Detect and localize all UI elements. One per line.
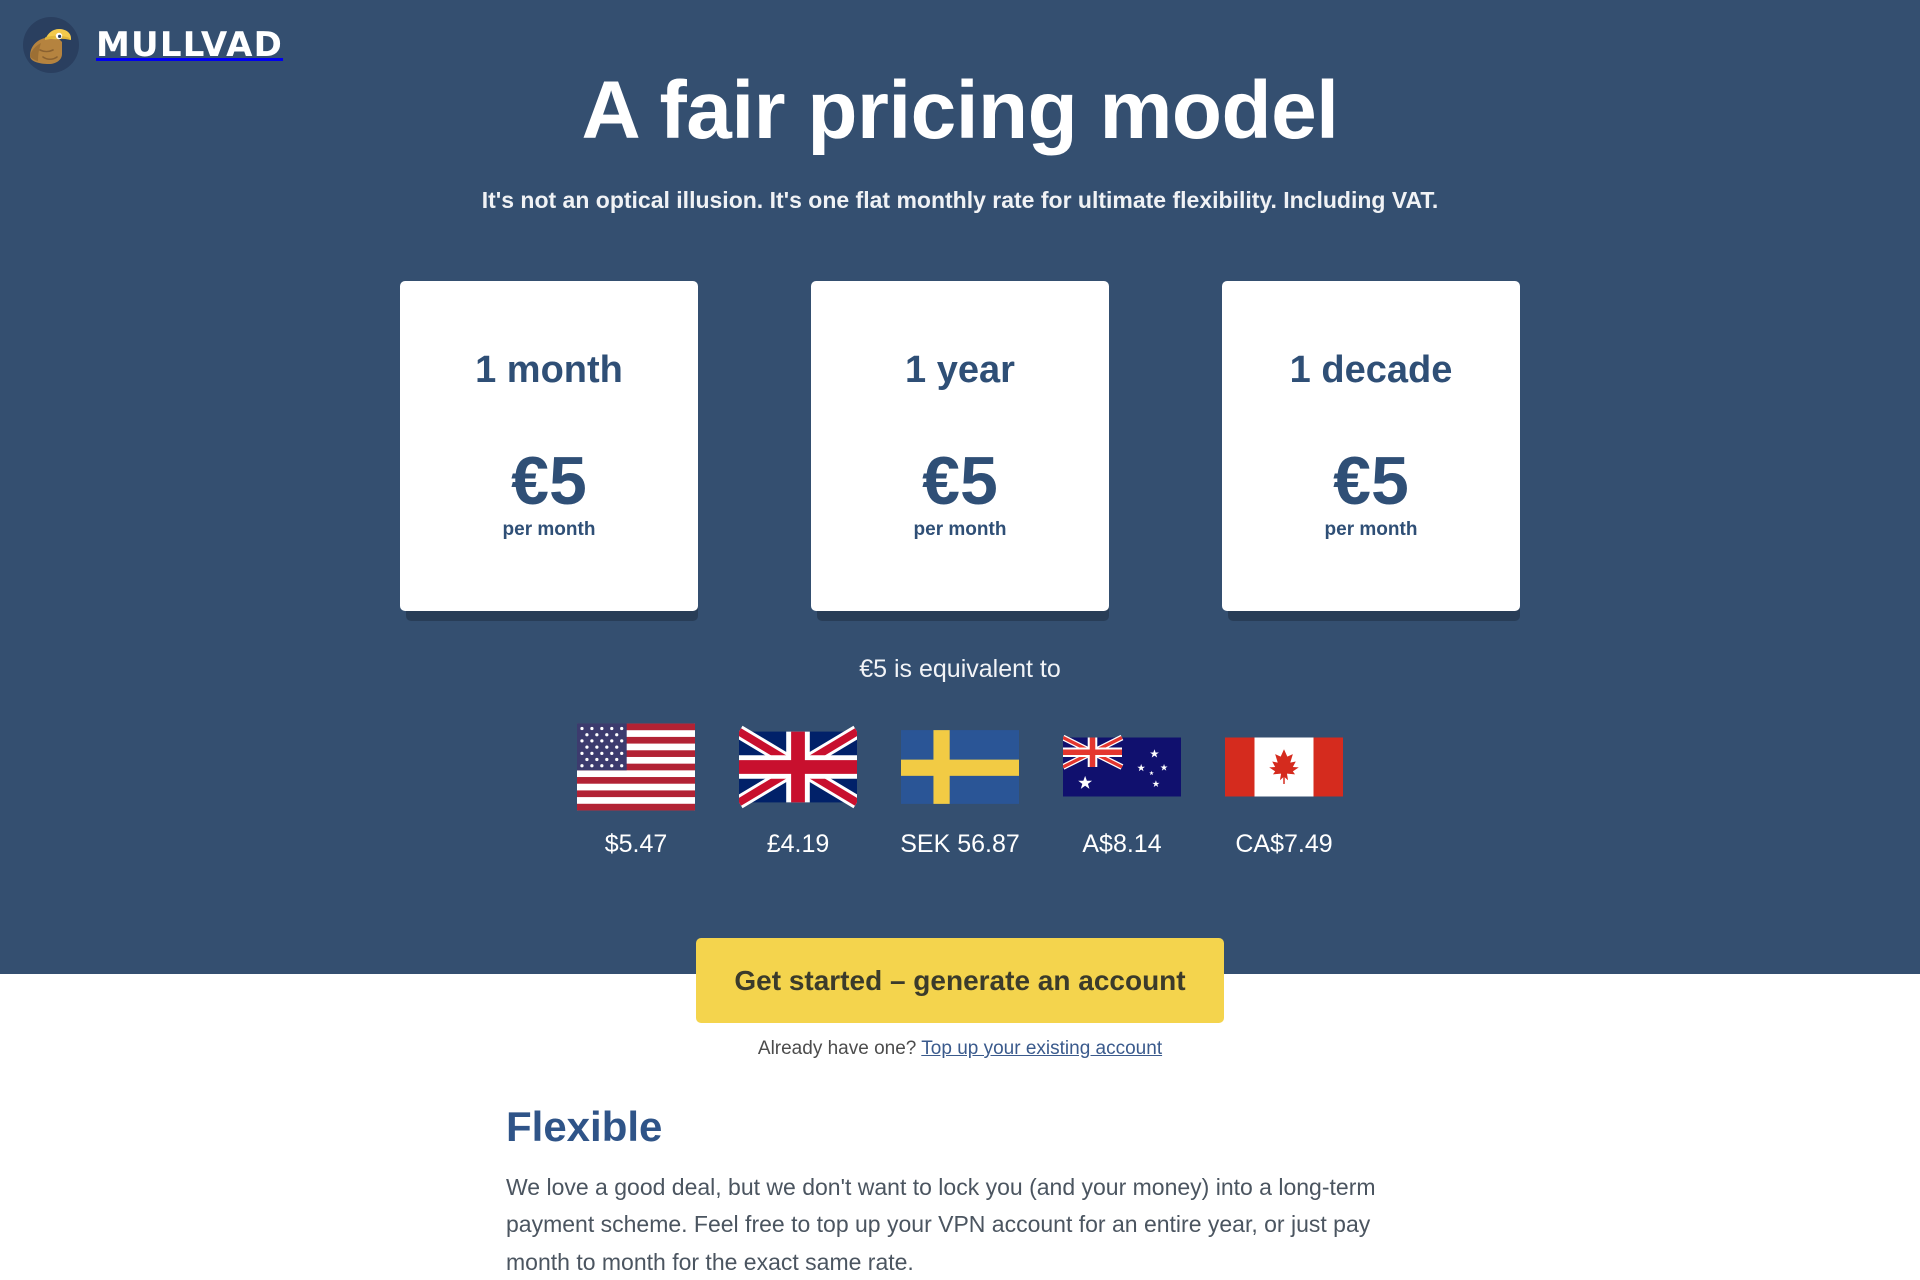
plan-period: per month xyxy=(913,519,1007,541)
currency-item-sek: SEK 56.87 xyxy=(900,723,1020,859)
page-title: A fair pricing model xyxy=(581,65,1339,156)
mullvad-mole-icon xyxy=(23,17,79,73)
pricing-card-1-year[interactable]: 1 year €5 per month xyxy=(811,281,1109,611)
currency-amount: CA$7.49 xyxy=(1235,830,1333,858)
currency-amount: £4.19 xyxy=(766,830,830,858)
currency-item-gbp: £4.19 xyxy=(738,723,858,859)
pricing-card-1-month[interactable]: 1 month €5 per month xyxy=(400,281,698,611)
plan-period: per month xyxy=(502,519,596,541)
get-started-button[interactable]: Get started – generate an account xyxy=(696,938,1224,1023)
flag-australia-icon xyxy=(1063,734,1181,797)
brand-home-link[interactable]: MULLVAD xyxy=(22,16,283,74)
flag-canada-icon xyxy=(1225,737,1343,797)
plan-period: per month xyxy=(1324,519,1418,541)
flag-united-kingdom-icon xyxy=(739,725,857,809)
brand-name: MULLVAD xyxy=(96,25,284,65)
top-up-account-link[interactable]: Top up your existing account xyxy=(921,1038,1162,1059)
plan-price: €5 xyxy=(1333,442,1409,519)
plan-term: 1 decade xyxy=(1289,348,1453,391)
pricing-page: MULLVAD A fair pricing model It's not an… xyxy=(0,0,1920,1280)
cta-container: Get started – generate an account xyxy=(0,938,1920,1023)
already-have-account-line: Already have one? Top up your existing a… xyxy=(0,1038,1920,1060)
currency-item-usd: $5.47 xyxy=(576,723,696,859)
currency-equivalent-list: $5.47 £4.19 SEK 56.87 A$8.14 CA$7.49 xyxy=(0,723,1920,859)
equivalent-label: €5 is equivalent to xyxy=(859,655,1061,683)
currency-amount: SEK 56.87 xyxy=(900,830,1020,858)
flexible-body-text: We love a good deal, but we don't want t… xyxy=(506,1174,1376,1275)
page-subtitle: It's not an optical illusion. It's one f… xyxy=(481,187,1439,213)
currency-item-aud: A$8.14 xyxy=(1062,723,1182,859)
pricing-card-list: 1 month €5 per month 1 year €5 per month… xyxy=(0,281,1920,621)
already-have-account-text: Already have one? xyxy=(757,1038,917,1059)
pricing-card-wrapper: 1 month €5 per month xyxy=(400,281,698,621)
pricing-card-1-decade[interactable]: 1 decade €5 per month xyxy=(1222,281,1520,611)
currency-amount: $5.47 xyxy=(604,830,668,858)
currency-item-cad: CA$7.49 xyxy=(1224,723,1344,859)
flag-sweden-icon xyxy=(901,730,1019,804)
pricing-card-wrapper: 1 decade €5 per month xyxy=(1222,281,1520,621)
hero-section: MULLVAD A fair pricing model It's not an… xyxy=(0,0,1920,974)
pricing-card-wrapper: 1 year €5 per month xyxy=(811,281,1109,621)
flag-united-states-icon xyxy=(577,723,695,811)
flexible-heading: Flexible xyxy=(506,1103,663,1150)
currency-amount: A$8.14 xyxy=(1082,830,1162,858)
plan-price: €5 xyxy=(922,442,998,519)
flexible-section: Flexible We love a good deal, but we don… xyxy=(506,1103,1406,1280)
plan-term: 1 month xyxy=(475,348,623,391)
plan-term: 1 year xyxy=(905,348,1015,391)
plan-price: €5 xyxy=(511,442,587,519)
